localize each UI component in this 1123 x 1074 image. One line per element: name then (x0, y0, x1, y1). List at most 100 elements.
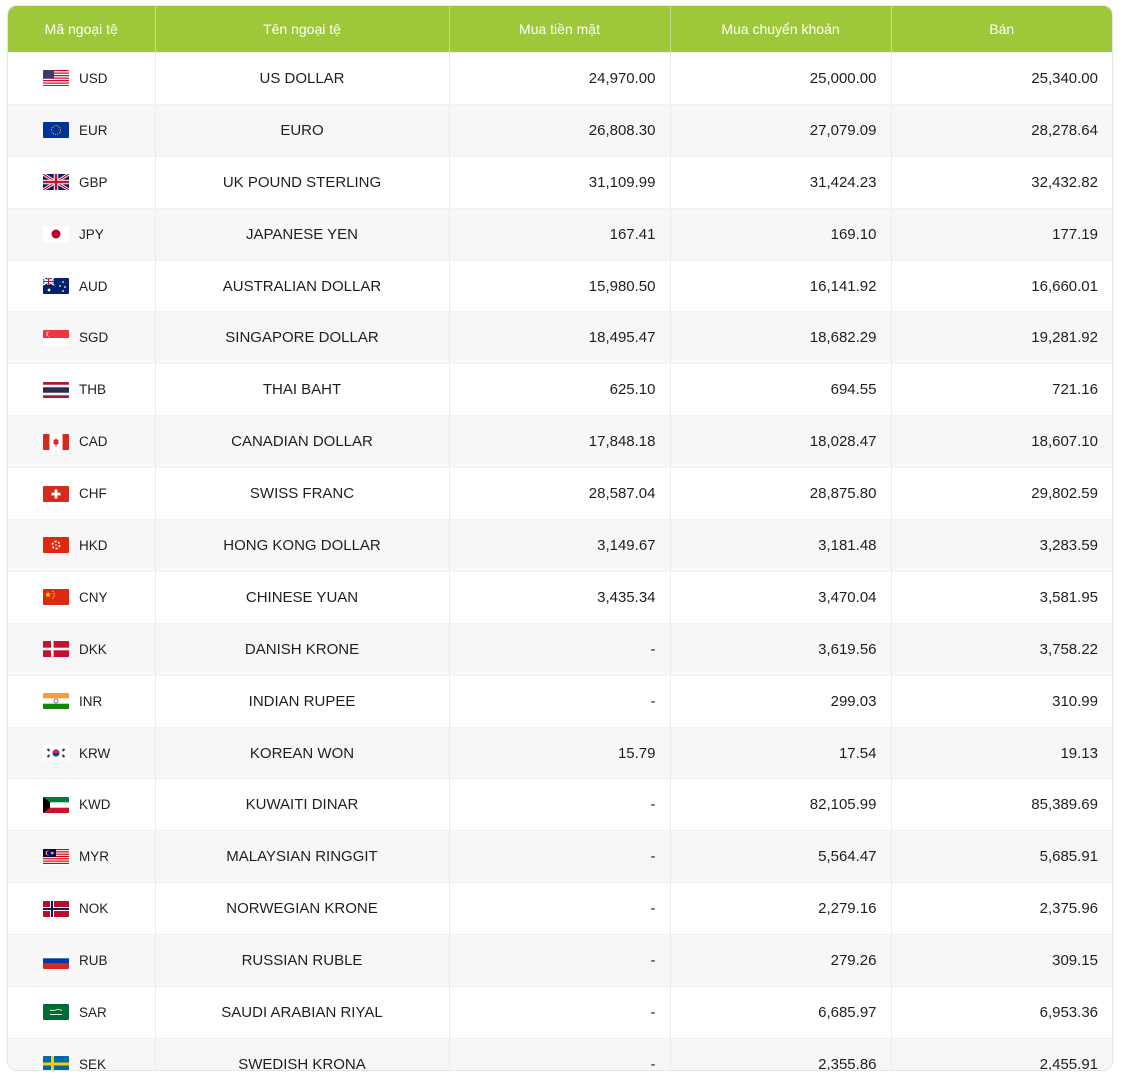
table-row: GBP UK POUND STERLING 31,109.99 31,424.23 32… (8, 155, 1112, 209)
buy-transfer-value: 3,470.04 (670, 570, 892, 624)
currency-code-cell: CAD (8, 415, 156, 468)
currency-code: GBP (79, 174, 108, 190)
currency-name: DANISH KRONE (155, 622, 450, 676)
currency-name: SWISS FRANC (155, 467, 450, 520)
currency-code-cell: SGD (8, 311, 156, 364)
buy-transfer-value: 169.10 (670, 207, 892, 261)
currency-code: SGD (79, 330, 109, 346)
currency-code: SAR (79, 1004, 107, 1020)
currency-code: CNY (79, 589, 108, 605)
table-header-row: Mã ngoại tệ Tên ngoại tệ Mua tiền mặt Mu… (8, 6, 1112, 53)
buy-transfer-value: 27,079.09 (670, 103, 892, 157)
currency-code: MYR (79, 849, 109, 865)
currency-code-cell: RUB (8, 934, 156, 987)
buy-transfer-value: 2,279.16 (670, 882, 892, 935)
sell-value: 2,455.91 (891, 1037, 1112, 1070)
currency-code: DKK (79, 641, 107, 657)
currency-code: NOK (79, 901, 109, 917)
buy-cash-value: 26,808.30 (449, 103, 671, 157)
buy-cash-value: - (449, 674, 671, 728)
currency-code-cell: THB (8, 363, 156, 416)
kr-flag-icon (43, 745, 69, 762)
buy-cash-value: 15,980.50 (449, 259, 671, 312)
currency-code-cell: DKK (8, 622, 156, 676)
currency-code: AUD (79, 278, 108, 294)
currency-name: SINGAPORE DOLLAR (155, 311, 450, 364)
table-row: DKK DANISH KRONE -3,619.56 3,758.22 (8, 622, 1112, 676)
currency-name: KUWAITI DINAR (155, 778, 450, 831)
table-row: CNY CHINESE YUAN 3,435.34 3,470.04 3,581.95 (8, 570, 1112, 624)
currency-name: SAUDI ARABIAN RIYAL (155, 986, 450, 1039)
currency-name: SWEDISH KRONA (155, 1037, 450, 1070)
exchange-rate-table: Mã ngoại tệ Tên ngoại tệ Mua tiền mặt Mu… (8, 6, 1112, 1071)
table-row: AUD AUSTRALIAN DOLLAR 15,980.50 16,141.92 16… (8, 259, 1112, 312)
buy-transfer-value: 299.03 (670, 674, 892, 728)
currency-code-cell: KRW (8, 726, 156, 779)
sell-value: 19,281.92 (891, 311, 1112, 364)
currency-code-cell: EUR (8, 103, 156, 157)
buy-cash-value: - (449, 622, 671, 676)
cn-flag-icon (43, 589, 69, 606)
sell-value: 3,758.22 (891, 622, 1112, 676)
sell-value: 309.15 (891, 934, 1112, 987)
table-row: SGD SINGAPORE DOLLAR 18,495.47 18,682.29 19,… (8, 311, 1112, 364)
sell-value: 310.99 (891, 674, 1112, 728)
table-row: THB THAI BAHT 625.10 694.55 721.16 (8, 363, 1112, 416)
currency-code: CHF (79, 486, 107, 502)
ch-flag-icon (43, 485, 69, 502)
buy-cash-value: 167.41 (449, 207, 671, 261)
header-currency-code: Mã ngoại tệ (8, 6, 156, 53)
sell-value: 3,581.95 (891, 570, 1112, 624)
sell-value: 29,802.59 (891, 467, 1112, 520)
buy-cash-value: 3,435.34 (449, 570, 671, 624)
currency-code: THB (79, 382, 106, 398)
table-row: USD US DOLLAR 24,970.00 25,000.00 25,340.00 (8, 52, 1112, 105)
sell-value: 6,953.36 (891, 986, 1112, 1039)
currency-name: CHINESE YUAN (155, 570, 450, 624)
currency-code-cell: AUD (8, 259, 156, 312)
buy-transfer-value: 279.26 (670, 934, 892, 987)
exchange-rate-table-container: Mã ngoại tệ Tên ngoại tệ Mua tiền mặt Mu… (7, 5, 1113, 1071)
buy-cash-value: - (449, 986, 671, 1039)
buy-transfer-value: 28,875.80 (670, 467, 892, 520)
currency-code-cell: JPY (8, 207, 156, 261)
buy-cash-value: 24,970.00 (449, 52, 671, 105)
buy-transfer-value: 5,564.47 (670, 830, 892, 883)
buy-cash-value: 17,848.18 (449, 415, 671, 468)
dk-flag-icon (43, 641, 69, 658)
currency-code: JPY (79, 226, 104, 242)
sell-value: 5,685.91 (891, 830, 1112, 883)
buy-transfer-value: 3,181.48 (670, 519, 892, 572)
sell-value: 721.16 (891, 363, 1112, 416)
buy-cash-value: 31,109.99 (449, 155, 671, 209)
ca-flag-icon (43, 433, 69, 450)
buy-cash-value: - (449, 830, 671, 883)
currency-code: EUR (79, 122, 108, 138)
buy-cash-value: - (449, 778, 671, 831)
currency-code: KRW (79, 745, 111, 761)
currency-code: SEK (79, 1056, 107, 1071)
buy-cash-value: - (449, 882, 671, 935)
sell-value: 32,432.82 (891, 155, 1112, 209)
header-buy-cash: Mua tiền mặt (449, 6, 671, 53)
currency-name: AUSTRALIAN DOLLAR (155, 259, 450, 312)
currency-name: US DOLLAR (155, 52, 450, 105)
header-buy-transfer: Mua chuyển khoản (670, 6, 892, 53)
my-flag-icon (43, 848, 69, 865)
currency-name: HONG KONG DOLLAR (155, 519, 450, 572)
buy-transfer-value: 694.55 (670, 363, 892, 416)
sell-value: 28,278.64 (891, 103, 1112, 157)
currency-code-cell: HKD (8, 519, 156, 572)
sell-value: 85,389.69 (891, 778, 1112, 831)
currency-code-cell: KWD (8, 778, 156, 831)
currency-code: HKD (79, 537, 108, 553)
table-row: KWD KUWAITI DINAR -82,105.99 85,389.69 (8, 778, 1112, 831)
currency-code: RUB (79, 953, 108, 969)
ru-flag-icon (43, 952, 69, 969)
buy-cash-value: 3,149.67 (449, 519, 671, 572)
buy-transfer-value: 82,105.99 (670, 778, 892, 831)
sell-value: 16,660.01 (891, 259, 1112, 312)
header-sell: Bán (891, 6, 1112, 53)
table-row: SAR SAUDI ARABIAN RIYAL -6,685.97 6,953.36 (8, 986, 1112, 1039)
sell-value: 3,283.59 (891, 519, 1112, 572)
